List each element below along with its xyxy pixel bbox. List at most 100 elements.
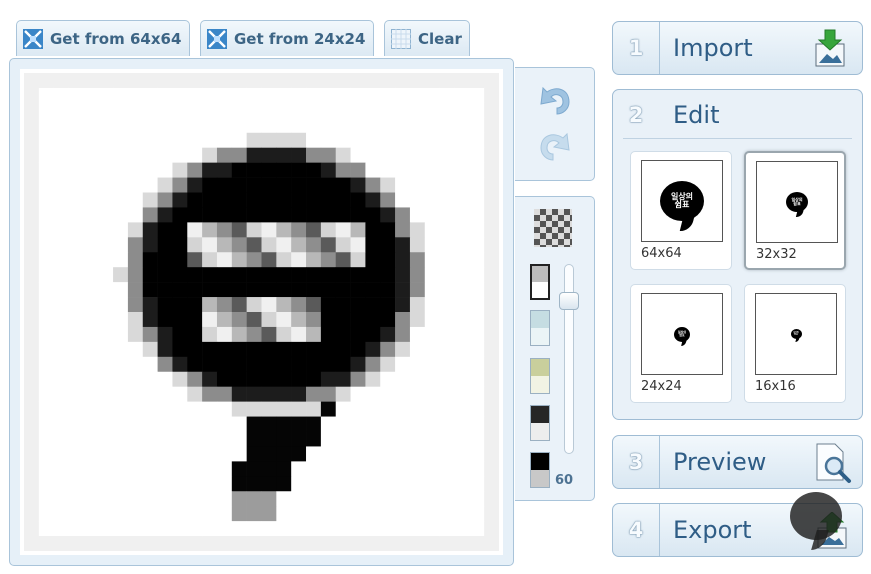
pixel-cell[interactable] (439, 536, 455, 551)
pixel-cell[interactable] (172, 536, 188, 551)
pixel-cell[interactable] (24, 162, 40, 178)
pixel-cell[interactable] (424, 312, 440, 328)
pixel-cell[interactable] (424, 431, 440, 447)
pixel-cell[interactable] (216, 536, 233, 551)
pixel-cell[interactable] (231, 282, 247, 298)
pixel-cell[interactable] (380, 297, 396, 313)
pixel-cell[interactable] (157, 267, 173, 283)
pixel-cell[interactable] (246, 222, 262, 238)
pixel-cell[interactable] (380, 177, 396, 193)
pixel-cell[interactable] (246, 446, 262, 462)
pixel-cell[interactable] (98, 192, 114, 208)
pixel-cell[interactable] (216, 267, 233, 283)
pixel-cell[interactable] (53, 431, 69, 447)
pixel-cell[interactable] (157, 117, 173, 134)
pixel-cell[interactable] (484, 476, 499, 492)
pixel-cell[interactable] (113, 117, 129, 134)
pixel-cell[interactable] (216, 461, 233, 477)
pixel-cell[interactable] (276, 326, 292, 343)
pixel-cell[interactable] (424, 207, 440, 223)
pixel-cell[interactable] (157, 297, 173, 313)
pixel-cell[interactable] (68, 536, 84, 551)
pixel-cell[interactable] (439, 446, 455, 462)
pixel-cell[interactable] (231, 132, 247, 148)
pixel-cell[interactable] (395, 132, 411, 148)
pixel-cell[interactable] (469, 536, 485, 551)
pixel-cell[interactable] (306, 401, 322, 417)
pixel-cell[interactable] (350, 356, 366, 373)
pixel-cell[interactable] (142, 192, 158, 208)
pixel-cell[interactable] (142, 297, 158, 313)
pixel-cell[interactable] (68, 147, 84, 163)
pixel-cell[interactable] (365, 252, 381, 268)
pixel-cell[interactable] (172, 132, 188, 148)
pixel-cell[interactable] (202, 326, 218, 343)
pixel-cell[interactable] (157, 386, 173, 402)
pixel-cell[interactable] (98, 73, 114, 89)
pixel-cell[interactable] (335, 521, 351, 537)
pixel-cell[interactable] (306, 87, 322, 104)
pixel-cell[interactable] (395, 297, 411, 313)
pixel-cell[interactable] (469, 431, 485, 447)
pixel-cell[interactable] (127, 326, 144, 343)
pixel-cell[interactable] (261, 356, 277, 373)
pixel-cell[interactable] (380, 401, 396, 417)
pixel-cell[interactable] (395, 356, 411, 373)
pixel-cell[interactable] (320, 297, 337, 313)
pixel-cell[interactable] (157, 192, 173, 208)
pixel-cell[interactable] (335, 282, 351, 298)
pixel-cell[interactable] (83, 356, 99, 373)
pixel-cell[interactable] (172, 431, 188, 447)
pixel-cell[interactable] (469, 446, 485, 462)
pixel-cell[interactable] (127, 192, 144, 208)
pixel-cell[interactable] (113, 341, 129, 358)
pixel-cell[interactable] (157, 416, 173, 432)
pixel-cell[interactable] (187, 132, 203, 148)
pixel-cell[interactable] (469, 87, 485, 104)
pixel-cell[interactable] (365, 341, 381, 358)
pixel-cell[interactable] (202, 461, 218, 477)
pixel-cell[interactable] (350, 446, 366, 462)
pixel-cell[interactable] (53, 312, 69, 328)
pixel-cell[interactable] (439, 521, 455, 537)
pixel-cell[interactable] (395, 476, 411, 492)
pixel-cell[interactable] (261, 87, 277, 104)
pixel-cell[interactable] (335, 267, 351, 283)
pixel-cell[interactable] (350, 162, 366, 178)
pixel-cell[interactable] (261, 326, 277, 343)
pixel-cell[interactable] (187, 521, 203, 537)
pixel-cell[interactable] (380, 102, 396, 119)
pixel-cell[interactable] (454, 282, 470, 298)
clear-button[interactable]: Clear (384, 20, 470, 56)
pixel-cell[interactable] (395, 461, 411, 477)
pixel-cell[interactable] (365, 117, 381, 134)
pixel-cell[interactable] (172, 192, 188, 208)
pixel-cell[interactable] (306, 117, 322, 134)
pixel-cell[interactable] (98, 386, 114, 402)
pixel-cell[interactable] (424, 446, 440, 462)
pixel-cell[interactable] (142, 431, 158, 447)
pixel-cell[interactable] (261, 521, 277, 537)
pixel-cell[interactable] (127, 371, 144, 387)
pixel-cell[interactable] (335, 73, 351, 89)
pixel-cell[interactable] (395, 371, 411, 387)
pixel-cell[interactable] (113, 312, 129, 328)
pixel-cell[interactable] (68, 386, 84, 402)
pixel-cell[interactable] (142, 282, 158, 298)
pixel-cell[interactable] (157, 147, 173, 163)
pixel-cell[interactable] (350, 371, 366, 387)
pixel-cell[interactable] (142, 506, 158, 522)
pixel-canvas[interactable] (20, 69, 503, 555)
pixel-cell[interactable] (350, 117, 366, 134)
pixel-cell[interactable] (83, 416, 99, 432)
pixel-cell[interactable] (216, 326, 233, 343)
pixel-cell[interactable] (291, 297, 307, 313)
pixel-cell[interactable] (246, 252, 262, 268)
pixel-cell[interactable] (424, 371, 440, 387)
pixel-cell[interactable] (439, 267, 455, 283)
pixel-cell[interactable] (261, 341, 277, 358)
pixel-cell[interactable] (38, 536, 54, 551)
pixel-cell[interactable] (113, 297, 129, 313)
pixel-cell[interactable] (306, 356, 322, 373)
pixel-cell[interactable] (276, 491, 292, 507)
